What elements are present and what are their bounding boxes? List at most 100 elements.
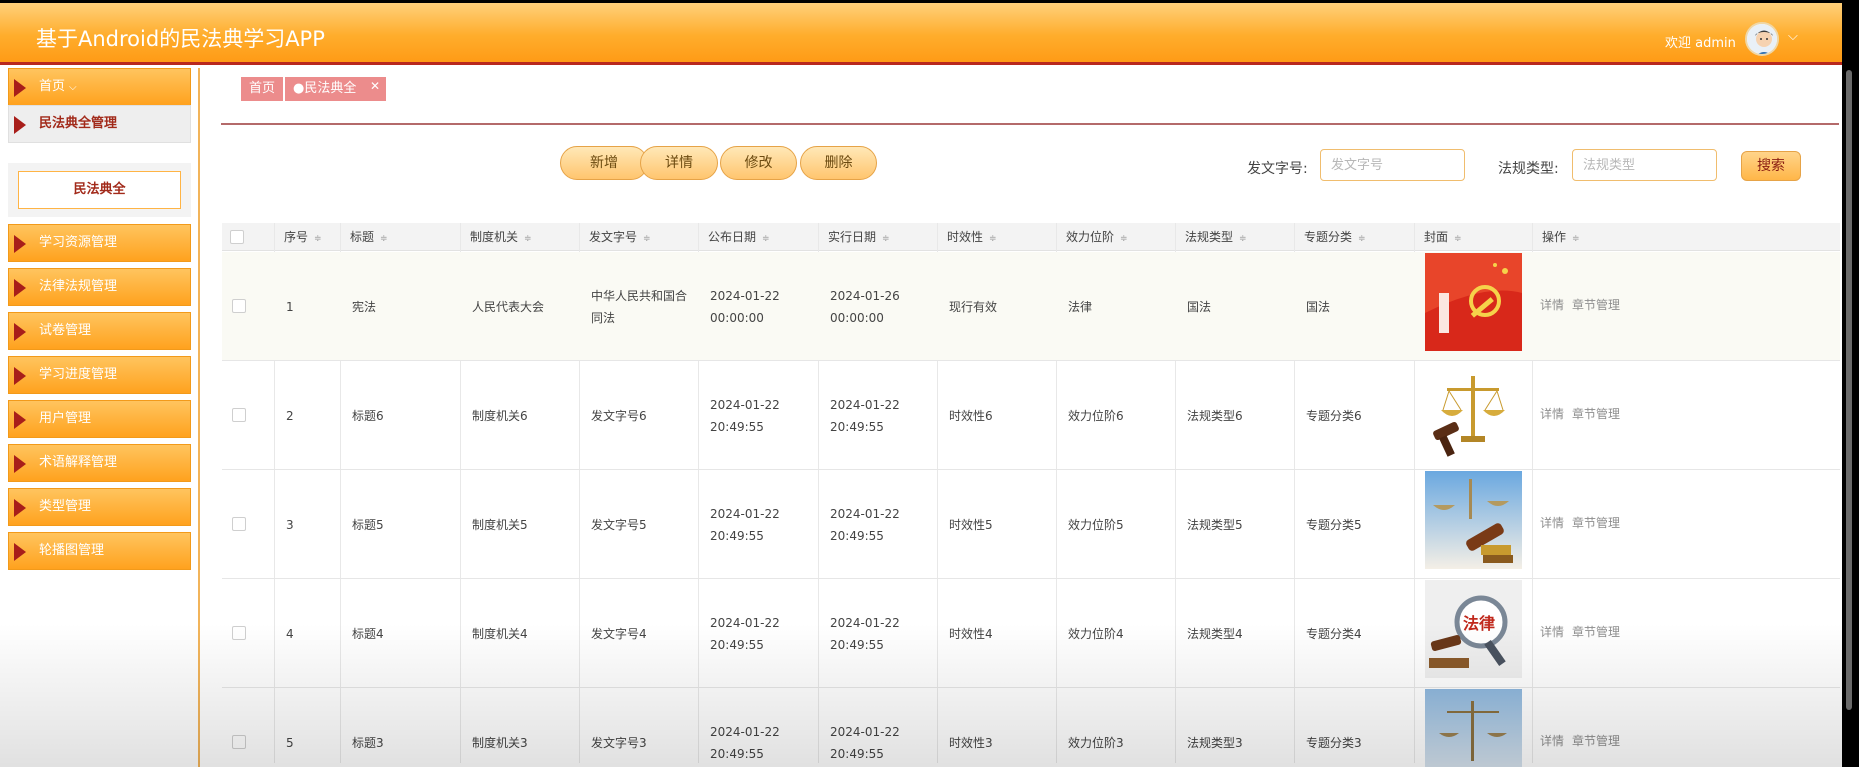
sidebar-item-learning-progress[interactable]: 学习进度管理 <box>8 356 191 394</box>
chapter-manage-link[interactable]: 章节管理 <box>1572 516 1620 530</box>
chapter-manage-link[interactable]: 章节管理 <box>1572 407 1620 421</box>
row-checkbox[interactable] <box>232 299 246 313</box>
chapter-manage-link[interactable]: 章节管理 <box>1572 734 1620 748</box>
cover-image <box>1425 366 1522 464</box>
row-checkbox[interactable] <box>232 735 246 749</box>
column-header-actions[interactable]: 操作 ≑ <box>1532 223 1580 251</box>
sort-icon: ≑ <box>380 234 388 244</box>
table-row[interactable]: 2 标题6 制度机关6 发文字号6 2024-01-22 20:49:55 20… <box>222 361 1840 470</box>
row-actions: 详情 章节管理 <box>1540 623 1628 640</box>
row-checkbox[interactable] <box>232 408 246 422</box>
edit-button[interactable]: 修改 <box>720 146 797 180</box>
column-header-level[interactable]: 效力位阶 ≑ <box>1056 223 1128 251</box>
triangle-arrow-icon <box>14 323 26 341</box>
sidebar-item-exam-papers[interactable]: 试卷管理 <box>8 312 191 350</box>
cell-title: 标题5 <box>352 517 384 532</box>
search-button[interactable]: 搜索 <box>1741 151 1801 181</box>
sort-icon: ≑ <box>1358 234 1366 244</box>
sidebar-item-civil-code-management[interactable]: 民法典全管理 <box>8 105 191 143</box>
content-divider <box>221 123 1839 125</box>
row-checkbox[interactable] <box>232 626 246 640</box>
delete-button[interactable]: 删除 <box>800 146 877 180</box>
sidebar-item-terms[interactable]: 术语解释管理 <box>8 444 191 482</box>
sidebar-item-users[interactable]: 用户管理 <box>8 400 191 438</box>
cell-validity: 时效性6 <box>949 408 993 423</box>
select-all-checkbox[interactable] <box>230 230 244 244</box>
cell-topic: 国法 <box>1306 299 1331 314</box>
sort-icon: ≑ <box>1572 234 1580 244</box>
scales-sky-cover-icon <box>1425 689 1522 767</box>
sidebar-item-label: 试卷管理 <box>39 323 92 338</box>
sidebar-item-label: 首页 <box>39 79 66 94</box>
sidebar-item-label: 学习进度管理 <box>39 367 118 382</box>
column-header-org[interactable]: 制度机关 ≑ <box>460 223 532 251</box>
table-header: 序号 ≑ 标题 ≑ 制度机关 ≑ 发文字号 ≑ 公布日期 ≑ 实行日期 ≑ 时效性 ≑ 效力位… <box>222 223 1840 251</box>
column-header-law-type[interactable]: 法规类型 ≑ <box>1175 223 1247 251</box>
cell-topic: 专题分类4 <box>1306 626 1362 641</box>
cell-no: 4 <box>286 626 294 641</box>
cell-org: 制度机关5 <box>472 517 528 532</box>
welcome-text: 欢迎 admin <box>1665 36 1736 51</box>
table-row[interactable]: 4 标题4 制度机关4 发文字号4 2024-01-22 20:49:55 20… <box>222 579 1840 688</box>
detail-link[interactable]: 详情 <box>1540 298 1564 312</box>
detail-link[interactable]: 详情 <box>1540 516 1564 530</box>
column-header-topic[interactable]: 专题分类 ≑ <box>1294 223 1366 251</box>
column-header-pub-date[interactable]: 公布日期 ≑ <box>698 223 770 251</box>
cell-no: 5 <box>286 735 294 750</box>
sort-icon: ≑ <box>882 234 890 244</box>
column-header-cover[interactable]: 封面 ≑ <box>1414 223 1462 251</box>
cell-pub-date: 2024-01-22 20:49:55 <box>710 506 780 543</box>
table-row[interactable]: 3 标题5 制度机关5 发文字号5 2024-01-22 20:49:55 20… <box>222 470 1840 579</box>
avatar[interactable] <box>1745 22 1779 56</box>
vertical-scrollbar[interactable] <box>1846 70 1852 710</box>
sidebar-item-home[interactable]: 首页 ⌵ <box>8 68 191 106</box>
sidebar-item-types[interactable]: 类型管理 <box>8 488 191 526</box>
breadcrumb-home[interactable]: 首页 <box>241 77 284 101</box>
cell-impl-date: 2024-01-22 20:49:55 <box>830 506 900 543</box>
table-row[interactable]: 5 标题3 制度机关3 发文字号3 2024-01-22 20:49:55 20… <box>222 688 1840 767</box>
row-checkbox[interactable] <box>232 517 246 531</box>
user-menu-chevron-icon[interactable]: ⌵ <box>1788 29 1798 44</box>
sidebar-item-learning-resources[interactable]: 学习资源管理 <box>8 224 191 262</box>
cover-law-text: 法律 <box>1463 614 1496 633</box>
cell-title: 标题3 <box>352 735 384 750</box>
sidebar-item-laws-regulations[interactable]: 法律法规管理 <box>8 268 191 306</box>
detail-link[interactable]: 详情 <box>1540 407 1564 421</box>
sort-icon: ≑ <box>762 234 770 244</box>
column-header-impl-date[interactable]: 实行日期 ≑ <box>818 223 890 251</box>
scales-of-justice-icon <box>1425 366 1522 464</box>
detail-link[interactable]: 详情 <box>1540 734 1564 748</box>
sort-icon: ≑ <box>643 234 651 244</box>
cell-pub-date: 2024-01-22 20:49:55 <box>710 724 780 761</box>
close-tab-icon[interactable]: ✕ <box>370 79 380 93</box>
doc-number-input[interactable] <box>1320 149 1465 181</box>
sort-icon: ≑ <box>1120 234 1128 244</box>
cell-doc-no: 发文字号3 <box>591 735 647 750</box>
triangle-arrow-icon <box>14 367 26 385</box>
sidebar-item-label: 轮播图管理 <box>39 543 105 558</box>
column-header-doc-no[interactable]: 发文字号 ≑ <box>579 223 651 251</box>
detail-button[interactable]: 详情 <box>640 146 718 180</box>
cell-pub-date: 2024-01-22 20:49:55 <box>710 397 780 434</box>
column-header-no[interactable]: 序号 ≑ <box>274 223 322 251</box>
cell-title: 标题4 <box>352 626 384 641</box>
top-header: 基于Android的民法典学习APP 欢迎 admin ⌵ <box>0 3 1842 65</box>
row-actions: 详情 章节管理 <box>1540 296 1628 313</box>
chapter-manage-link[interactable]: 章节管理 <box>1572 298 1620 312</box>
law-type-input[interactable] <box>1572 149 1717 181</box>
cover-image <box>1425 471 1522 569</box>
table-row[interactable]: 1 宪法 人民代表大会 中华人民共和国合同法 2024-01-22 00:00:… <box>222 252 1840 361</box>
detail-link[interactable]: 详情 <box>1540 625 1564 639</box>
sidebar-subitem-civil-code[interactable]: 民法典全 <box>18 171 181 209</box>
column-header-title[interactable]: 标题 ≑ <box>340 223 388 251</box>
column-header-validity[interactable]: 时效性 ≑ <box>937 223 997 251</box>
cell-doc-no: 发文字号5 <box>591 517 647 532</box>
cell-impl-date: 2024-01-26 00:00:00 <box>830 288 900 325</box>
law-type-label: 法规类型: <box>1498 161 1559 177</box>
cell-org: 制度机关3 <box>472 735 528 750</box>
triangle-arrow-icon <box>14 543 26 561</box>
add-button[interactable]: 新增 <box>560 146 648 180</box>
sidebar-item-carousel[interactable]: 轮播图管理 <box>8 532 191 570</box>
cell-validity: 现行有效 <box>949 299 998 314</box>
chapter-manage-link[interactable]: 章节管理 <box>1572 625 1620 639</box>
